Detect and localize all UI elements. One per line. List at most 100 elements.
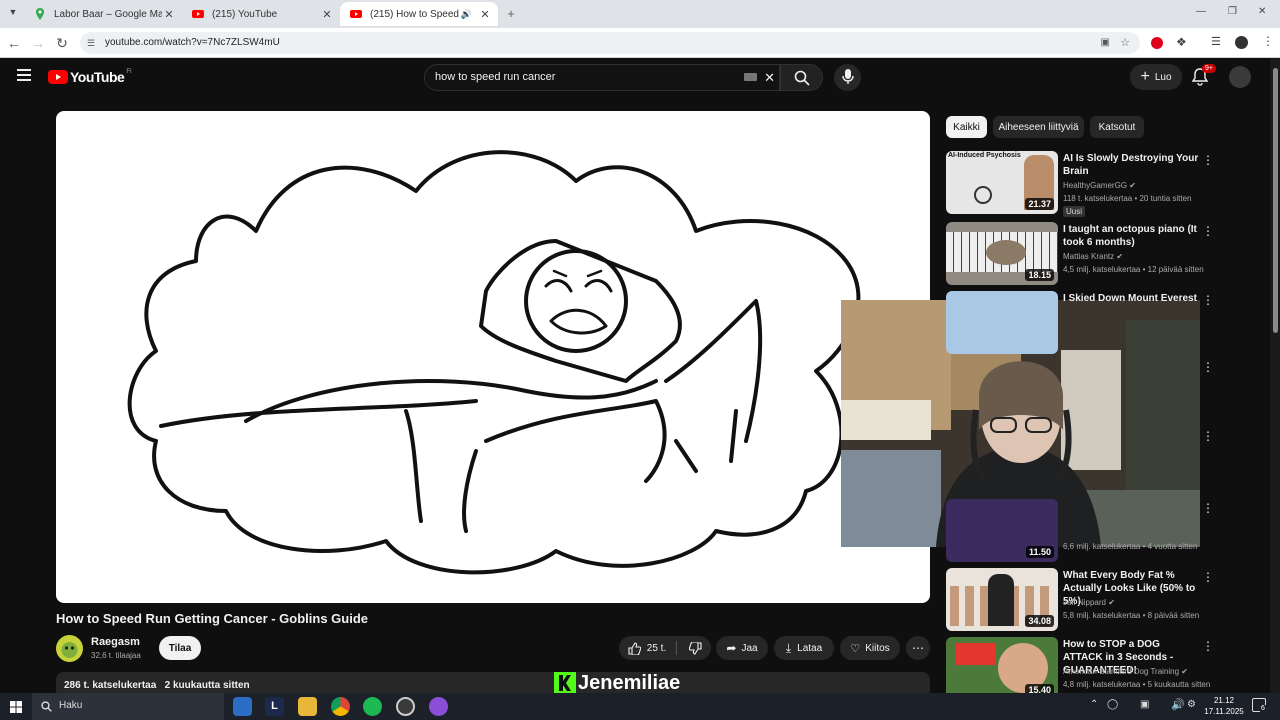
verified-icon: ✔ <box>1108 598 1115 607</box>
more-vertical-icon[interactable]: ⋮ <box>1202 429 1214 443</box>
recommendation-item[interactable]: 34.08 What Every Body Fat % Actually Loo… <box>946 568 1216 632</box>
search-button[interactable] <box>780 64 823 91</box>
profile-avatar-icon[interactable] <box>1235 36 1248 49</box>
more-vertical-icon[interactable]: ⋮ <box>1202 153 1214 167</box>
thumbnail-logo <box>974 186 992 204</box>
share-button[interactable]: ➦ Jaa <box>716 636 768 660</box>
notifications-button[interactable]: 9+ <box>1191 64 1216 86</box>
install-app-icon[interactable]: ▣ <box>1101 32 1110 54</box>
tray-overflow-icon[interactable]: ⌃ <box>1090 699 1098 710</box>
recommendation-title[interactable]: I Skied Down Mount Everest <box>1063 292 1199 305</box>
microphone-tray-icon[interactable]: ◯ <box>1107 699 1118 710</box>
chrome-icon[interactable] <box>331 697 350 716</box>
network-icon[interactable]: ▣ <box>1140 699 1149 710</box>
recommendation-channel[interactable]: American Standard Dog Training ✔ <box>1063 667 1213 676</box>
channel-avatar[interactable] <box>56 635 83 662</box>
volume-icon[interactable]: 🔊 <box>1171 698 1185 711</box>
channel-name[interactable]: Raegasm <box>91 636 140 648</box>
hamburger-menu-icon[interactable] <box>17 69 31 81</box>
reload-icon[interactable]: ↻ <box>53 34 71 52</box>
more-vertical-icon[interactable]: ⋮ <box>1202 293 1214 307</box>
chip-watched[interactable]: Katsotut <box>1090 116 1144 138</box>
media-control-icon[interactable]: ☰ <box>1211 35 1221 48</box>
back-icon[interactable]: ← <box>5 34 23 52</box>
subscribe-label: Tilaa <box>168 642 192 654</box>
extensions-puzzle-icon[interactable]: ❖ <box>1176 35 1187 49</box>
close-icon[interactable]: ✕ <box>320 8 334 21</box>
thumbnail-caption: AI-Induced Psychosis <box>948 152 1021 159</box>
recommendation-item[interactable]: I Skied Down Mount Everest ⋮ <box>946 291 1216 355</box>
thanks-button[interactable]: ♡ Kiitos <box>840 636 900 660</box>
search-input[interactable]: how to speed run cancer ✕ <box>424 64 780 91</box>
keyboard-icon[interactable] <box>744 73 757 81</box>
task-view-icon[interactable] <box>233 697 252 716</box>
recommendation-title[interactable]: AI Is Slowly Destroying Your Brain <box>1063 152 1199 178</box>
file-explorer-icon[interactable] <box>298 697 317 716</box>
url-bar[interactable]: ☰ youtube.com/watch?v=7Nc7ZLSW4mU ▣ ☆ <box>80 32 1140 54</box>
clear-search-icon[interactable]: ✕ <box>764 65 775 90</box>
language-icon[interactable]: ⚙ <box>1187 699 1196 710</box>
recommendation-channel[interactable]: HealthyGamerGG ✔ <box>1063 181 1213 190</box>
spotify-icon[interactable] <box>363 697 382 716</box>
chip-related[interactable]: Aiheeseen liittyviä <box>993 116 1084 138</box>
download-button[interactable]: ⤓ Lataa <box>774 636 834 660</box>
more-actions-button[interactable]: ⋯ <box>906 636 930 660</box>
create-button[interactable]: + Luo <box>1130 64 1182 90</box>
more-vertical-icon[interactable]: ⋮ <box>1202 224 1214 238</box>
site-info-icon[interactable]: ☰ <box>87 32 95 54</box>
close-window-icon[interactable]: ✕ <box>1258 6 1266 17</box>
forward-icon[interactable]: → <box>29 34 47 52</box>
tab-youtube[interactable]: (215) YouTube ✕ <box>182 2 340 26</box>
more-vertical-icon[interactable]: ⋮ <box>1202 639 1214 653</box>
recommendation-item[interactable]: 15.40 How to STOP a DOG ATTACK in 3 Seco… <box>946 637 1216 693</box>
obs-icon[interactable] <box>396 697 415 716</box>
scrollbar-thumb[interactable] <box>1273 68 1278 333</box>
browser-menu-icon[interactable]: ⋮ <box>1262 34 1274 48</box>
recommendation-item[interactable]: 18.15 I taught an octopus piano (It took… <box>946 222 1216 286</box>
messenger-icon[interactable] <box>429 697 448 716</box>
video-player[interactable] <box>56 111 930 603</box>
more-vertical-icon[interactable]: ⋮ <box>1202 570 1214 584</box>
recommendation-title[interactable]: I taught an octopus piano (It took 6 mon… <box>1063 223 1199 249</box>
more-vertical-icon[interactable]: ⋮ <box>1202 501 1214 515</box>
chip-all[interactable]: Kaikki <box>946 116 987 138</box>
video-thumbnail[interactable]: AI-Induced Psychosis 21.37 <box>946 151 1058 214</box>
page-scrollbar[interactable] <box>1270 58 1280 693</box>
windows-start-icon[interactable] <box>10 701 22 713</box>
taskbar-search-box[interactable]: Haku <box>32 693 224 720</box>
video-thumbnail[interactable] <box>946 291 1058 354</box>
tab-active-video[interactable]: (215) How to Speed Run Ge 🔊 ✕ <box>340 2 498 26</box>
video-thumbnail[interactable]: 18.15 <box>946 222 1058 285</box>
more-vertical-icon[interactable]: ⋮ <box>1202 360 1214 374</box>
tab-list-button[interactable]: ▼ <box>6 7 20 21</box>
restore-icon[interactable]: ❐ <box>1228 6 1237 17</box>
new-tab-button[interactable]: + <box>503 6 519 22</box>
dislike-button[interactable] <box>679 636 711 660</box>
subscribe-button[interactable]: Tilaa <box>159 636 201 660</box>
tab-google-maps[interactable]: Labor Baar – Google Maps ✕ <box>24 2 182 26</box>
notification-center-icon[interactable]: 6 <box>1252 698 1266 712</box>
close-icon[interactable]: ✕ <box>162 8 176 21</box>
recommendation-item[interactable]: AI-Induced Psychosis 21.37 AI Is Slowly … <box>946 151 1216 217</box>
thanks-icon: ♡ <box>850 642 861 655</box>
l-app-icon[interactable]: L <box>265 697 284 716</box>
account-avatar[interactable] <box>1229 66 1251 88</box>
recommendation-channel[interactable]: Jeff Nippard ✔ <box>1063 598 1213 607</box>
video-thumbnail[interactable]: 15.40 <box>946 637 1058 693</box>
speaker-icon[interactable]: 🔊 <box>461 9 472 20</box>
chip-label: Kaikki <box>953 121 980 133</box>
minimize-icon[interactable]: — <box>1196 6 1206 17</box>
streamer-name: Jenemiliae <box>578 671 681 694</box>
video-frame-drawing <box>127 150 861 575</box>
recommendation-channel[interactable]: Mattias Krantz ✔ <box>1063 252 1213 261</box>
opera-extension-icon[interactable] <box>1151 37 1163 49</box>
close-icon[interactable]: ✕ <box>478 8 492 21</box>
recommendation-item[interactable]: 11.50 6,6 milj. katselukertaa • 4 vuotta… <box>946 499 1216 563</box>
youtube-logo[interactable]: YouTube FI <box>48 69 132 85</box>
voice-search-button[interactable] <box>834 64 861 91</box>
bookmark-star-icon[interactable]: ☆ <box>1120 32 1130 54</box>
video-thumbnail[interactable]: 11.50 <box>946 499 1058 562</box>
video-thumbnail[interactable]: 34.08 <box>946 568 1058 631</box>
clock[interactable]: 21.12 17.11.2025 <box>1204 695 1244 717</box>
like-button[interactable]: 25 t. <box>619 636 675 660</box>
